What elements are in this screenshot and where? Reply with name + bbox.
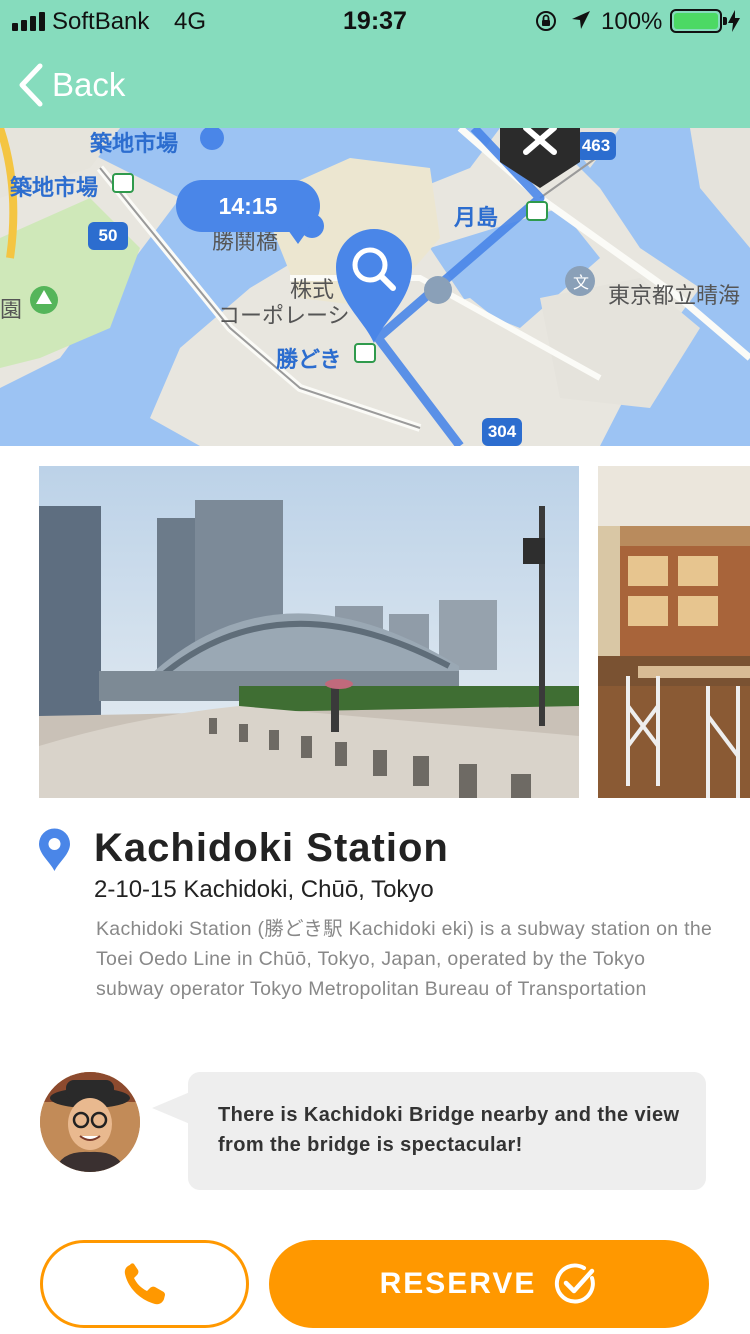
svg-text:文: 文 [573,273,589,292]
back-button[interactable]: Back [16,60,125,110]
reserve-label: RESERVE [379,1267,537,1300]
battery-icon [670,9,727,33]
charging-icon [728,10,740,32]
cafe-photo-image [598,466,750,798]
status-bar: SoftBank 4G 19:37 100% [0,0,750,42]
place-address: 2-10-15 Kachidoki, Chūō, Tokyo [94,876,434,903]
map-label-tsukiji-top: 築地市場 [90,131,179,156]
location-pin-icon [39,828,70,871]
back-label: Back [52,66,126,103]
map-label-tsukiji-market: 築地市場 [10,175,99,200]
avatar[interactable] [40,1072,140,1172]
bridge-photo-image [39,466,579,798]
kachidoki-bridge-photo[interactable] [39,466,579,798]
route-shield-463: 463 [576,132,616,160]
map-label-park: 園 [0,297,23,322]
comment-bubble: There is Kachidoki Bridge nearby and the… [152,1072,706,1190]
destination-pin-icon[interactable] [500,128,580,194]
top-bar: SoftBank 4G 19:37 100% Back [0,0,750,128]
check-circle-icon [555,1263,596,1304]
map-view[interactable]: 文 築地市場 築地市場 勝鬨橋 月島 株式 コーポレーシ 勝どき 東京都立晴海 … [0,128,750,446]
avatar-image [40,1072,140,1172]
route-shield-304: 304 [482,418,522,446]
travel-time-bubble[interactable]: 14:15 [176,180,320,244]
call-button[interactable] [40,1240,249,1328]
place-description: Kachidoki Station (勝どき駅 Kachidoki eki) i… [96,918,713,1000]
map-label-kachidoki: 勝どき [276,347,342,372]
chevron-left-icon [19,63,43,107]
route-shield-50: 50 [88,222,128,250]
map-label-tsukishima: 月島 [454,205,499,230]
reserve-button[interactable]: RESERVE [269,1240,709,1328]
map-label-harumi: 東京都立晴海 [608,283,741,308]
battery-percent: 100% [601,8,663,35]
orientation-lock-icon [536,11,556,31]
location-arrow-icon [572,11,590,29]
place-title: Kachidoki Station [94,826,449,870]
cafe-interior-photo[interactable] [598,466,750,798]
comment-text: There is Kachidoki Bridge nearby and the… [218,1104,680,1156]
search-pin-icon[interactable] [334,225,414,345]
map-label-corporation: コーポレーシ [218,303,350,328]
phone-icon [124,1263,165,1305]
